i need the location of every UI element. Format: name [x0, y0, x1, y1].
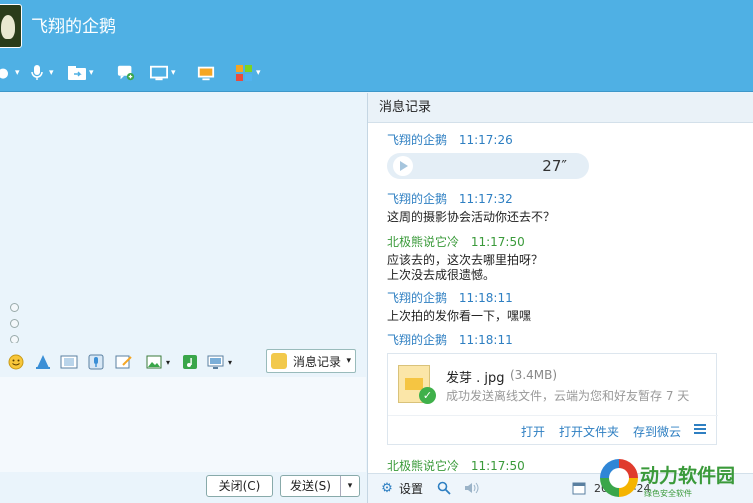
send-label[interactable]: 发送(S): [281, 476, 341, 496]
send-button[interactable]: 发送(S) ▾: [280, 475, 360, 497]
file-name: 发芽 . jpg: [446, 371, 505, 386]
chevron-down-icon[interactable]: ▾: [341, 476, 359, 496]
chevron-down-icon: ▾: [256, 68, 261, 78]
emoji-icon[interactable]: [7, 353, 25, 371]
file-status: 成功发送离线文件，云端为您和好友暂存 7 天: [446, 389, 690, 403]
message-time: 11:18:11: [458, 291, 513, 305]
watermark-subtext: 绿色安全软件: [644, 489, 692, 498]
gear-icon: ⚙: [381, 481, 393, 496]
chat-add-icon: [117, 64, 135, 82]
video-clip-icon[interactable]: [60, 353, 78, 371]
check-icon: ✓: [419, 387, 436, 404]
message-input[interactable]: [0, 377, 366, 472]
chat-add-button[interactable]: [117, 62, 135, 84]
search-button[interactable]: [436, 480, 452, 496]
message-log-button[interactable]: 消息记录 ▾: [266, 349, 356, 373]
message-meta: 北极熊说它冷 11:17:50: [387, 233, 525, 250]
microphone-icon: [28, 64, 46, 82]
file-size: (3.4MB): [510, 368, 558, 382]
font-style-icon[interactable]: [34, 353, 52, 371]
screen-share-button[interactable]: [197, 62, 215, 84]
music-icon[interactable]: [181, 353, 199, 371]
edit-note-icon[interactable]: [115, 353, 133, 371]
open-file-link[interactable]: 打开: [521, 423, 545, 440]
settings-label: 设置: [399, 482, 424, 496]
input-toolbar: ▾ ▾ 消息记录 ▾: [0, 343, 366, 377]
calendar-button[interactable]: [571, 480, 587, 496]
open-folder-link[interactable]: 打开文件夹: [559, 423, 619, 440]
message-meta: 飞翔的企鹅 11:17:32: [387, 190, 513, 207]
file-card: ✓ 发芽 . jpg (3.4MB) 成功发送离线文件，云端为您和好友暂存 7 …: [387, 353, 718, 445]
speaker-icon: [464, 480, 480, 496]
message-time: 11:17:26: [458, 133, 513, 147]
chevron-down-icon: ▾: [171, 68, 176, 78]
toolbar: ● ▾ ▾ ▾ ▾ ▾: [0, 52, 753, 92]
panel-title: 消息记录: [368, 93, 753, 123]
sender-name: 飞翔的企鹅: [387, 333, 448, 347]
remote-desktop-button[interactable]: ▾: [150, 62, 176, 84]
voice-call-button[interactable]: ▾: [28, 62, 54, 84]
page-dot[interactable]: [10, 319, 19, 328]
chevron-down-icon: ▾: [89, 68, 94, 78]
sender-name: 北极熊说它冷: [387, 459, 460, 473]
title-bar: 飞翔的企鹅: [0, 0, 753, 52]
message-history-panel: 消息记录 飞翔的企鹅 11:17:26 27″ 飞翔的企鹅 11:17:32 这…: [367, 93, 753, 503]
search-icon: [436, 480, 452, 496]
file-transfer-icon: [68, 64, 86, 82]
chevron-down-icon: ▾: [49, 68, 54, 78]
screen-share-icon: [197, 64, 215, 82]
chevron-down-icon: ▾: [346, 356, 351, 366]
voice-message-icon[interactable]: [87, 353, 105, 371]
message-meta: 北极熊说它冷 11:17:50: [387, 457, 525, 474]
watermark-logo-icon: [600, 459, 638, 497]
voice-message[interactable]: 27″: [387, 153, 589, 179]
play-icon[interactable]: [393, 156, 413, 176]
message-text: 上次拍的发你看一下，嘿嘿: [387, 309, 532, 323]
voice-playback-button[interactable]: [464, 480, 480, 496]
contact-name: 飞翔的企鹅: [31, 17, 116, 37]
video-icon: ●: [0, 65, 9, 81]
message-meta: 飞翔的企鹅 11:18:11: [387, 331, 513, 348]
sender-name: 飞翔的企鹅: [387, 192, 448, 206]
avatar[interactable]: [0, 4, 22, 48]
chevron-down-icon[interactable]: ▾: [163, 353, 173, 371]
chat-message-area[interactable]: [0, 93, 366, 362]
message-log-label: 消息记录: [293, 354, 342, 369]
message-time: 11:17:32: [458, 192, 513, 206]
apps-icon: [235, 64, 253, 82]
save-to-cloud-link[interactable]: 存到微云: [633, 423, 681, 440]
voice-duration: 27″: [542, 157, 567, 175]
chevron-down-icon: ▾: [15, 68, 20, 78]
apps-button[interactable]: ▾: [235, 62, 261, 84]
image-icon[interactable]: [145, 353, 163, 371]
file-actions: 打开 打开文件夹 存到微云: [388, 415, 718, 445]
sender-name: 飞翔的企鹅: [387, 291, 448, 305]
bottom-bar: 关闭(C) 发送(S) ▾: [0, 472, 366, 503]
message-time: 11:17:50: [470, 235, 525, 249]
close-button[interactable]: 关闭(C): [206, 475, 273, 497]
screenshot-icon[interactable]: [207, 353, 225, 371]
settings-button[interactable]: ⚙ 设置: [379, 480, 423, 497]
sender-name: 飞翔的企鹅: [387, 133, 448, 147]
remote-desktop-icon: [150, 64, 168, 82]
message-meta: 飞翔的企鹅 11:18:11: [387, 289, 513, 306]
watermark: 动力软件园 绿色安全软件: [600, 455, 750, 501]
calendar-icon: [571, 480, 587, 496]
message-log-icon: [271, 353, 287, 369]
message-text: 这周的摄影协会活动你还去不？: [387, 210, 556, 224]
page-dot[interactable]: [10, 303, 19, 312]
file-transfer-button[interactable]: ▾: [68, 62, 94, 84]
chevron-down-icon[interactable]: ▾: [225, 353, 235, 371]
watermark-text: 动力软件园: [640, 465, 736, 487]
video-call-button[interactable]: ● ▾: [0, 62, 20, 84]
sender-name: 北极熊说它冷: [387, 235, 460, 249]
message-time: 11:18:11: [458, 333, 513, 347]
message-meta: 飞翔的企鹅 11:17:26: [387, 131, 513, 148]
message-time: 11:17:50: [470, 459, 525, 473]
menu-icon[interactable]: [694, 424, 706, 434]
message-text: 上次没去成很遗憾。: [387, 268, 496, 282]
